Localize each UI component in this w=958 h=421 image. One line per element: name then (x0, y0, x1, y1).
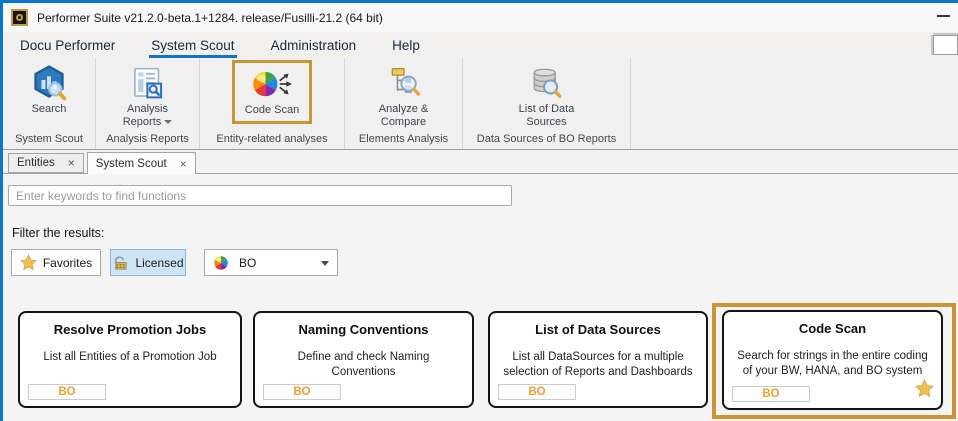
bo-badge: BO (28, 384, 106, 400)
tab-system-scout-label: System Scout (96, 158, 167, 170)
card-description: List all DataSources for a multiple sele… (490, 350, 706, 380)
list-of-data-sources-button-label: List of Data Sources (519, 103, 575, 129)
tab-entities-close-icon[interactable]: × (68, 157, 75, 169)
ribbon-group-data-sources: List of Data Sources Data Sources of BO … (463, 58, 631, 149)
menu-item-system-scout[interactable]: System Scout (149, 32, 236, 58)
bo-sphere-icon (213, 255, 229, 271)
search-button[interactable]: Search (31, 58, 67, 116)
unlock-icon (112, 255, 129, 271)
card-title: List of Data Sources (490, 322, 706, 337)
scope-dropdown-value: BO (239, 256, 256, 270)
ribbon: Search System Scout (3, 58, 958, 150)
tab-entities-label: Entities (17, 157, 55, 169)
ribbon-group-label-entity-related: Entity-related analyses (216, 133, 327, 149)
analyze-compare-button[interactable]: Analyze & Compare (379, 58, 429, 129)
cutoff-search-box[interactable] (933, 35, 958, 55)
function-card-code-scan[interactable]: Code Scan Search for strings in the enti… (722, 310, 943, 410)
menu-item-help[interactable]: Help (390, 32, 422, 58)
ribbon-group-system-scout: Search System Scout (3, 58, 96, 149)
menu-item-administration[interactable]: Administration (269, 32, 359, 58)
ribbon-group-label-data-sources: Data Sources of BO Reports (477, 133, 616, 149)
bo-badge: BO (498, 384, 576, 400)
card-title: Code Scan (724, 321, 941, 336)
code-scan-card-highlight-frame: Code Scan Search for strings in the enti… (712, 303, 956, 419)
ribbon-group-label-elements-analysis: Elements Analysis (359, 133, 448, 149)
analysis-reports-button[interactable]: Analysis Reports (123, 58, 173, 129)
window-border-top (0, 0, 958, 3)
tab-system-scout-close-icon[interactable]: × (180, 158, 187, 170)
function-card-list-of-data-sources[interactable]: List of Data Sources List all DataSource… (488, 311, 708, 408)
list-of-data-sources-button[interactable]: List of Data Sources (519, 58, 575, 129)
analyze-compare-button-label: Analyze & Compare (379, 103, 429, 129)
search-button-label: Search (32, 103, 67, 116)
function-card-resolve-promotion-jobs[interactable]: Resolve Promotion Jobs List all Entities… (18, 311, 242, 408)
ribbon-group-analysis-reports: Analysis Reports Analysis Reports (96, 58, 200, 149)
licensed-filter-label: Licensed (135, 256, 183, 270)
scope-dropdown[interactable]: BO (204, 249, 338, 276)
bo-badge: BO (732, 386, 810, 402)
card-title: Resolve Promotion Jobs (20, 322, 240, 337)
document-tab-strip: Entities × System Scout × (3, 150, 958, 174)
keyword-search-input[interactable] (8, 185, 512, 206)
search-hexagon-icon (31, 63, 67, 103)
card-description: List all Entities of a Promotion Job (20, 350, 240, 365)
analysis-reports-button-label: Analysis Reports (123, 103, 173, 129)
report-magnifier-icon (131, 63, 165, 103)
code-scan-button[interactable]: Code Scan (245, 63, 299, 117)
favorites-filter-button[interactable]: Favorites (11, 249, 101, 276)
window-border-left (0, 0, 3, 421)
performer-suite-window: Performer Suite v21.2.0-beta.1+1284. rel… (0, 0, 958, 421)
card-description: Define and check Naming Conventions (255, 350, 472, 380)
filter-heading: Filter the results: (12, 226, 104, 240)
tab-entities[interactable]: Entities × (8, 153, 84, 173)
function-card-naming-conventions[interactable]: Naming Conventions Define and check Nami… (253, 311, 474, 408)
bo-badge: BO (263, 384, 341, 400)
dropdown-chevron-icon (164, 120, 172, 124)
filter-row: Favorites Licensed (11, 249, 338, 276)
code-scan-button-label: Code Scan (245, 104, 299, 117)
card-title: Naming Conventions (255, 322, 472, 337)
menu-item-docu-performer[interactable]: Docu Performer (18, 32, 117, 58)
window-title: Performer Suite v21.2.0-beta.1+1284. rel… (37, 11, 383, 25)
ribbon-group-elements-analysis: Analyze & Compare Elements Analysis (345, 58, 463, 149)
code-scan-sphere-icon (251, 64, 293, 104)
database-magnifier-icon (529, 63, 563, 103)
ribbon-group-entity-related: Code Scan Entity-related analyses (200, 58, 345, 149)
card-description: Search for strings in the entire coding … (724, 349, 941, 379)
favorite-star-icon[interactable] (915, 379, 934, 403)
title-bar: Performer Suite v21.2.0-beta.1+1284. rel… (3, 3, 958, 32)
menu-bar: Docu Performer System Scout Administrati… (3, 32, 958, 58)
tab-system-scout[interactable]: System Scout × (87, 152, 196, 174)
system-scout-panel: Filter the results: Favorites Licens (3, 174, 958, 421)
analyze-compare-icon (387, 63, 421, 103)
ribbon-group-label-system-scout: System Scout (15, 133, 83, 149)
favorites-filter-label: Favorites (43, 256, 92, 270)
dropdown-caret-icon (321, 261, 329, 266)
star-icon (20, 254, 37, 271)
app-logo-icon (11, 9, 28, 26)
licensed-filter-button[interactable]: Licensed (110, 249, 186, 276)
code-scan-highlight-frame: Code Scan (232, 60, 312, 124)
ribbon-group-label-analysis-reports: Analysis Reports (106, 133, 189, 149)
minimize-icon[interactable] (937, 15, 950, 17)
